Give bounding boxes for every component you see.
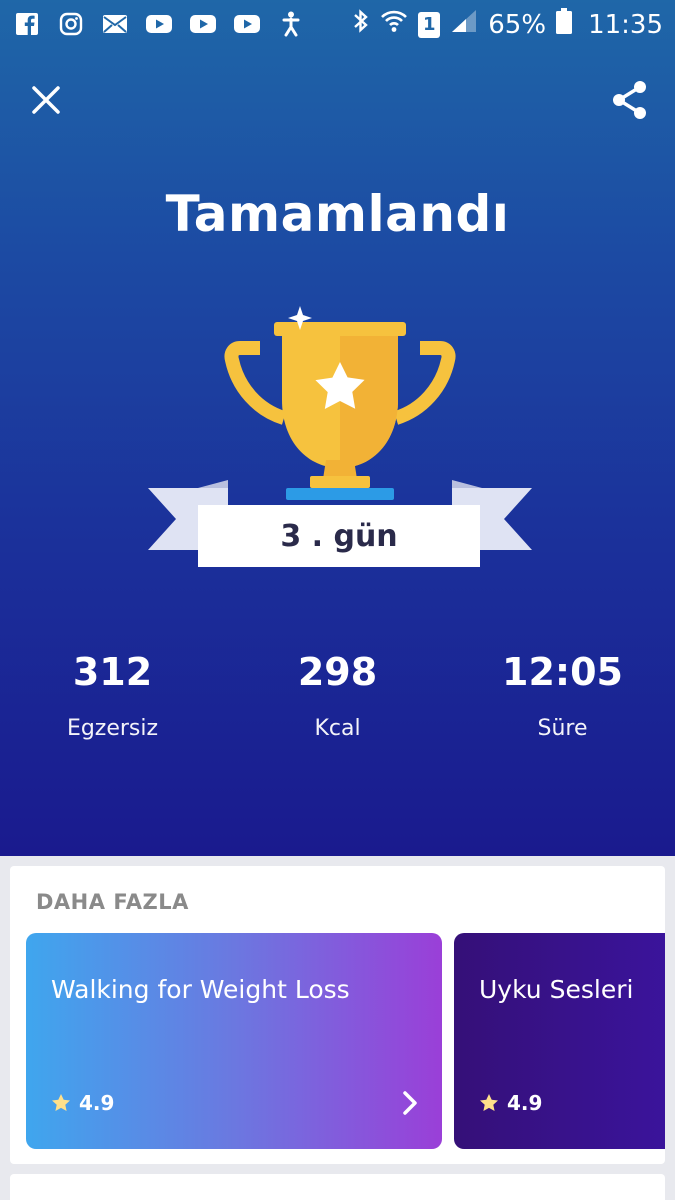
star-icon: [52, 1094, 70, 1111]
next-section-card: [10, 1174, 665, 1200]
completion-hero: 1 65% 11:35 Tamamlandı 3 . gün 312 Egzer…: [0, 0, 675, 856]
stat-exercises: 312 Egzersiz: [0, 650, 225, 741]
more-section: DAHA FAZLA Walking for Weight Loss 4.9 U…: [10, 866, 665, 1164]
accessibility-icon: [276, 10, 306, 38]
plan-card-walking[interactable]: Walking for Weight Loss 4.9: [26, 933, 442, 1149]
youtube-icon: [232, 10, 262, 38]
share-icon: [613, 81, 646, 119]
youtube-icon: [188, 10, 218, 38]
clock: 11:35: [588, 9, 663, 40]
plan-title: Uyku Sesleri: [479, 975, 634, 1004]
day-badge: 3 . gün: [198, 505, 480, 567]
chevron-right-icon: [403, 1091, 417, 1115]
battery-icon: [556, 8, 573, 41]
youtube-icon: [144, 10, 174, 38]
stat-value: 12:05: [502, 650, 623, 694]
rating-value: 4.9: [79, 1091, 115, 1115]
plan-card-sleep-sounds[interactable]: Uyku Sesleri 4.9: [454, 933, 665, 1149]
wifi-icon: [380, 8, 408, 41]
mail-icon: [100, 10, 130, 38]
share-button[interactable]: [608, 78, 652, 122]
status-bar: 1 65% 11:35: [0, 0, 675, 50]
plan-rating: 4.9: [479, 1091, 542, 1115]
notification-icons: [12, 10, 306, 38]
plan-title: Walking for Weight Loss: [51, 975, 350, 1004]
stat-label: Kcal: [314, 716, 361, 741]
stat-label: Egzersiz: [66, 716, 159, 741]
battery-percent: 65%: [488, 9, 547, 40]
stat-calories: 298 Kcal: [225, 650, 450, 741]
close-button[interactable]: [26, 80, 66, 120]
stat-duration: 12:05 Süre: [450, 650, 675, 741]
close-icon: [32, 86, 60, 114]
rating-value: 4.9: [507, 1091, 543, 1115]
signal-icon: [450, 8, 478, 41]
bluetooth-icon: [352, 8, 370, 41]
section-title: DAHA FAZLA: [36, 890, 189, 914]
day-badge-text: 3 . gün: [280, 518, 398, 554]
system-status: 1 65% 11:35: [352, 8, 663, 41]
instagram-icon: [56, 10, 86, 38]
stat-value: 298: [297, 650, 378, 694]
stat-value: 312: [72, 650, 153, 694]
plan-rating: 4.9: [51, 1091, 114, 1115]
star-icon: [480, 1094, 498, 1111]
sim-icon: 1: [418, 11, 441, 38]
stat-label: Süre: [537, 716, 588, 741]
facebook-icon: [12, 10, 42, 38]
page-title: Tamamlandı: [165, 185, 510, 243]
